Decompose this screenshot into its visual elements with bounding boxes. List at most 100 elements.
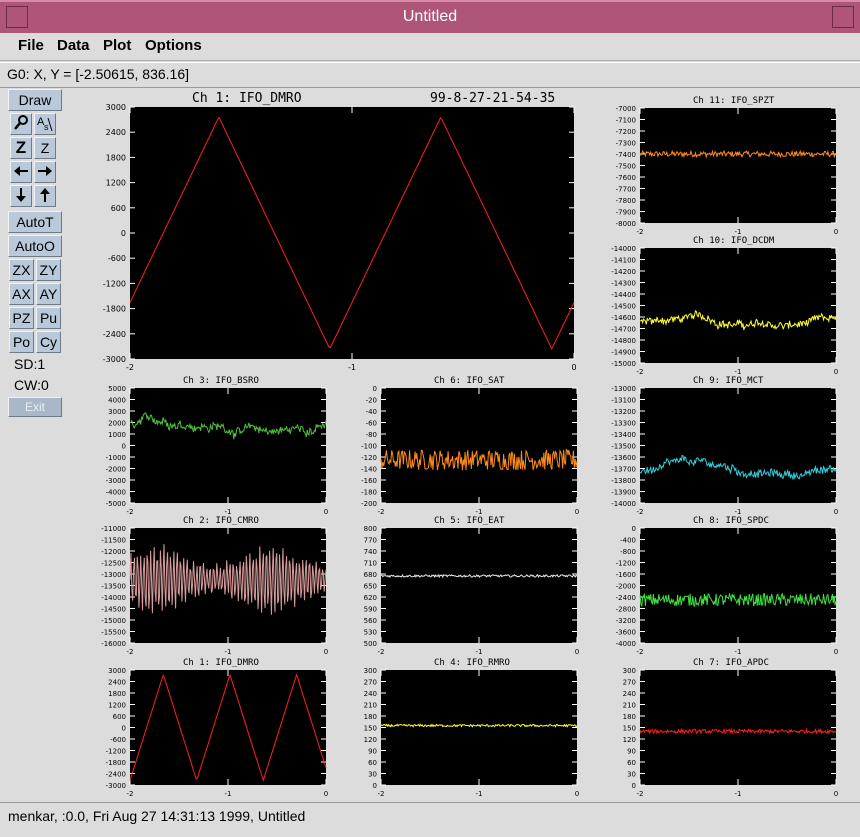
plot-title: Ch 3: IFO_BSRO [183, 376, 259, 386]
y-tick-label: -40 [366, 408, 377, 416]
exit-button[interactable]: Exit [8, 397, 62, 417]
plot-background [640, 528, 836, 643]
pu-button[interactable]: Pu [36, 307, 61, 329]
y-tick-label: -160 [361, 477, 377, 485]
svg-text:s: s [44, 122, 49, 132]
pan-right-button[interactable] [34, 161, 56, 183]
plot-title: Ch 6: IFO_SAT [434, 376, 505, 386]
y-tick-label: 4000 [108, 397, 126, 405]
x-tick-label: -2 [637, 368, 644, 376]
y-tick-label: -800 [620, 548, 636, 556]
y-tick-label: -2000 [106, 466, 126, 474]
x-tick-label: 0 [571, 363, 576, 372]
po-button[interactable]: Po [9, 331, 34, 353]
y-tick-label: -120 [361, 454, 377, 462]
x-tick-label: -1 [476, 648, 483, 656]
plot-background [381, 388, 577, 503]
y-tick-label: -13000 [101, 571, 126, 579]
y-tick-label: -7700 [616, 186, 636, 194]
menu-file[interactable]: File [18, 37, 44, 54]
autoo-button[interactable]: AutoO [8, 235, 62, 257]
y-tick-label: -13600 [611, 454, 636, 462]
y-tick-label: 300 [364, 667, 377, 675]
cw-label: CW:0 [14, 377, 49, 393]
y-tick-label: -1200 [616, 560, 636, 568]
y-tick-label: -13800 [611, 477, 636, 485]
plot-background [130, 107, 574, 359]
y-tick-label: -16000 [101, 640, 126, 648]
pan-down-button[interactable] [10, 185, 32, 207]
magnify-button[interactable] [10, 113, 32, 135]
y-tick-label: -1000 [106, 454, 126, 462]
y-tick-label: 180 [364, 713, 377, 721]
y-tick-label: 150 [364, 725, 377, 733]
y-tick-label: 90 [368, 748, 377, 756]
pz-button[interactable]: PZ [9, 307, 34, 329]
y-tick-label: 600 [111, 204, 126, 213]
zoom-x-button[interactable]: Z [10, 137, 32, 159]
x-tick-label: 0 [324, 790, 328, 798]
y-tick-label: -1200 [103, 279, 126, 288]
y-tick-label: -400 [620, 537, 636, 545]
y-tick-label: -3600 [616, 629, 636, 637]
pan-left-button[interactable] [10, 161, 32, 183]
zoom-y-button[interactable]: Z [34, 137, 56, 159]
y-tick-label: -4000 [106, 489, 126, 497]
y-tick-label: 2000 [108, 420, 126, 428]
menu-data[interactable]: Data [57, 37, 90, 54]
arrow-down-icon [16, 188, 26, 202]
y-tick-label: -2400 [616, 594, 636, 602]
y-tick-label: -12500 [101, 560, 126, 568]
menu-options[interactable]: Options [145, 37, 202, 54]
y-tick-label: -200 [361, 500, 377, 508]
y-tick-label: -7200 [616, 128, 636, 136]
plot-canvas[interactable]: Ch 1: IFO_DMRO 99-8-27-21-54-353000240018… [68, 88, 860, 800]
y-tick-label: 30 [368, 771, 377, 779]
y-tick-label: -14100 [611, 257, 636, 265]
y-tick-label: -140 [361, 466, 377, 474]
y-tick-label: 90 [627, 748, 636, 756]
x-tick-label: 0 [834, 648, 838, 656]
y-tick-label: -14000 [101, 594, 126, 602]
pan-up-button[interactable] [34, 185, 56, 207]
y-tick-label: -2800 [616, 606, 636, 614]
y-tick-label: -14300 [611, 280, 636, 288]
label-button[interactable]: As [34, 113, 56, 135]
sd-label: SD:1 [14, 356, 46, 372]
y-tick-label: -1200 [106, 748, 126, 756]
draw-button[interactable]: Draw [8, 89, 62, 111]
y-tick-label: 270 [364, 679, 377, 687]
y-tick-label: -2400 [103, 330, 126, 339]
plot-title: Ch 7: IFO_APDC [693, 658, 769, 668]
x-tick-label: 0 [575, 648, 579, 656]
y-tick-label: 710 [364, 560, 377, 568]
y-tick-label: -1800 [106, 759, 126, 767]
y-tick-label: -14500 [611, 303, 636, 311]
y-tick-label: -7100 [616, 117, 636, 125]
ay-button[interactable]: AY [36, 283, 61, 305]
menu-plot[interactable]: Plot [103, 37, 131, 54]
autot-button[interactable]: AutoT [8, 211, 62, 233]
y-tick-label: 1800 [108, 690, 126, 698]
plot-background [640, 248, 836, 363]
cy-button[interactable]: Cy [36, 331, 61, 353]
y-tick-label: 150 [623, 725, 636, 733]
title-bar: Untitled [0, 0, 860, 33]
y-tick-label: 770 [364, 537, 377, 545]
y-tick-label: -7400 [616, 151, 636, 159]
x-tick-label: -1 [735, 508, 742, 516]
ax-button[interactable]: AX [9, 283, 34, 305]
y-tick-label: 1200 [108, 702, 126, 710]
y-tick-label: -14600 [611, 314, 636, 322]
zx-button[interactable]: ZX [9, 259, 34, 281]
x-tick-label: -1 [735, 228, 742, 236]
y-tick-label: -7500 [616, 163, 636, 171]
y-tick-label: -4000 [616, 640, 636, 648]
zy-button[interactable]: ZY [36, 259, 61, 281]
window-close-button[interactable] [832, 6, 854, 28]
plot-title: Ch 2: IFO_CMRO [183, 516, 259, 526]
x-tick-label: -2 [126, 363, 134, 372]
y-tick-label: 2400 [106, 128, 126, 137]
y-tick-label: 30 [627, 771, 636, 779]
y-tick-label: 210 [623, 702, 636, 710]
